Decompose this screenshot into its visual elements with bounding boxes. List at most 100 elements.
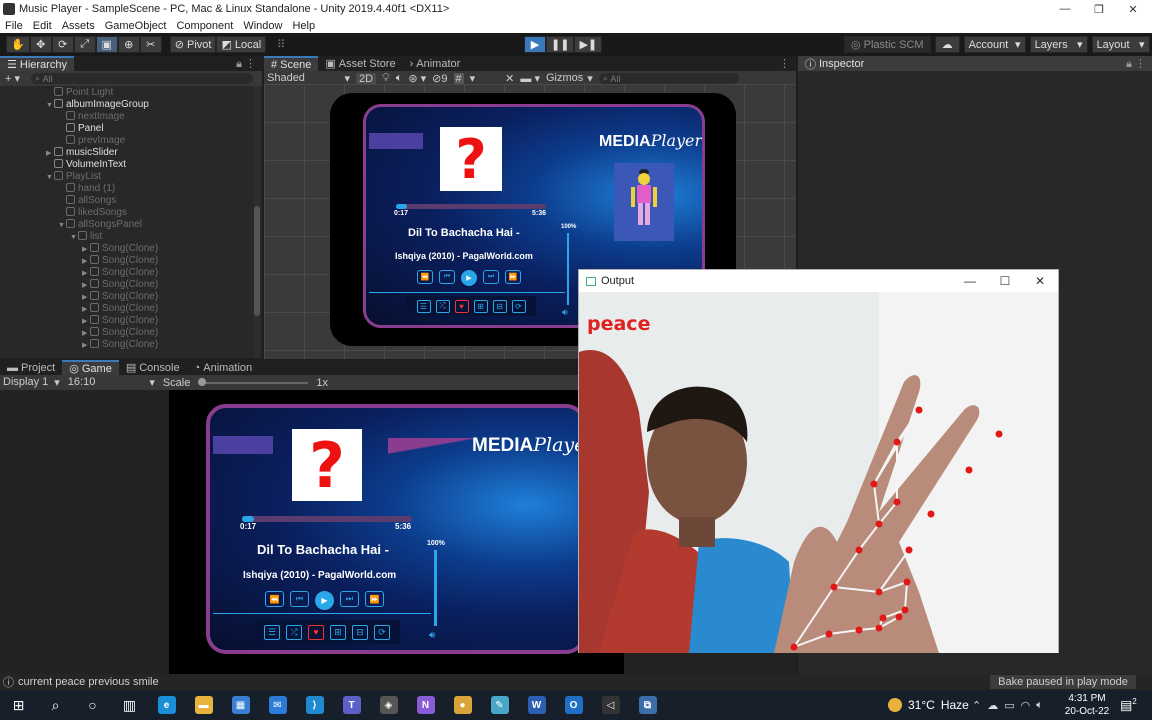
notes-app-icon[interactable]: ✎ — [481, 690, 518, 720]
rect-tool-icon[interactable]: ▣ — [95, 36, 118, 53]
game-next-button[interactable]: ⏭ — [340, 591, 359, 607]
scale-tool-icon[interactable]: ⤢ — [73, 36, 96, 53]
wifi-icon[interactable]: ◠ — [1021, 699, 1031, 712]
minimize-button[interactable]: — — [1048, 0, 1082, 18]
scene-remove-button[interactable]: ⊟ — [492, 299, 507, 313]
cortana-icon[interactable]: ○ — [74, 690, 111, 720]
account-dropdown[interactable]: Account ▾ — [963, 36, 1026, 53]
scene-rewind-button[interactable]: ⏪ — [417, 270, 433, 284]
hierarchy-item[interactable]: ▼ list — [0, 231, 262, 243]
layers-dropdown[interactable]: Layers ▾ — [1029, 36, 1088, 53]
hierarchy-item[interactable]: ▶ musicSlider — [0, 147, 262, 159]
word-app-icon[interactable]: W — [518, 690, 555, 720]
onedrive-icon[interactable]: ☁ — [987, 699, 998, 712]
tray-expand-icon[interactable]: ⌃ — [972, 699, 981, 712]
notification-icon[interactable]: ▤2 — [1120, 697, 1137, 713]
scene-add-button[interactable]: ⊞ — [473, 299, 488, 313]
game-playlist-button[interactable]: ☰ — [264, 624, 280, 640]
hierarchy-item[interactable]: ▼ albumImageGroup — [0, 99, 262, 111]
custom-tool-icon[interactable]: ✂ — [139, 36, 162, 53]
pause-button[interactable]: ❚❚ — [546, 36, 575, 53]
scene-play-button[interactable]: ▶ — [461, 270, 477, 286]
game-shuffle-button[interactable]: ⤮ — [286, 624, 302, 640]
hierarchy-item[interactable]: ▼ PlayList — [0, 171, 262, 183]
hierarchy-item[interactable]: prevImage — [0, 135, 262, 147]
hierarchy-item[interactable]: Point Light — [0, 87, 262, 99]
menu-help[interactable]: Help — [287, 20, 320, 32]
hierarchy-scrollbar[interactable] — [254, 86, 260, 358]
search-icon[interactable]: ⌕ — [37, 690, 74, 720]
hand-tool-icon[interactable]: ✋ — [6, 36, 30, 53]
mail-app-icon[interactable]: ✉ — [259, 690, 296, 720]
chrome-app-icon[interactable]: ● — [444, 690, 481, 720]
hierarchy-item[interactable]: ▶ Song(Clone) — [0, 279, 262, 291]
game-remove-button[interactable]: ⊟ — [352, 624, 368, 640]
lock-icon[interactable]: 🔒︎ ⋮ — [236, 57, 262, 71]
unity-app-icon[interactable]: ◁ — [592, 690, 629, 720]
battery-icon[interactable]: ▭ — [1004, 699, 1014, 712]
scene-like-button[interactable]: ♥ — [454, 299, 469, 313]
game-add-button[interactable]: ⊞ — [330, 624, 346, 640]
step-button[interactable]: ▶❚ — [574, 36, 603, 53]
tab-animation[interactable]: ◔ Animation — [187, 360, 260, 375]
hierarchy-item[interactable]: VolumeInText — [0, 159, 262, 171]
game-forward-button[interactable]: ⏩ — [365, 591, 384, 607]
game-play-button[interactable]: ▶ — [315, 591, 334, 610]
scale-slider-thumb[interactable] — [198, 377, 207, 386]
output-minimize-button[interactable]: — — [953, 270, 987, 292]
close-button[interactable]: ✕ — [1116, 0, 1150, 18]
tab-animator[interactable]: › Animator — [403, 56, 468, 71]
lock-icon[interactable]: 🔒︎ ⋮ — [1126, 57, 1152, 71]
hierarchy-item[interactable]: ▶ Song(Clone) — [0, 315, 262, 327]
hierarchy-item[interactable]: nextImage — [0, 111, 262, 123]
file-explorer-app-icon[interactable]: ▬ — [185, 690, 222, 720]
grid-snap-icon[interactable]: ⠿ — [270, 36, 292, 53]
task-view-icon[interactable]: ▥ — [111, 690, 148, 720]
scene-progress-track[interactable] — [396, 204, 546, 209]
collapse-arrow-icon[interactable]: ▶ — [82, 340, 90, 352]
menu-file[interactable]: File — [0, 20, 28, 32]
more-icon[interactable]: ⋮ — [779, 57, 796, 70]
game-repeat-button[interactable]: ⟳ — [374, 624, 390, 640]
tab-console[interactable]: ▤ Console — [119, 360, 187, 375]
tab-project[interactable]: ▬ Project — [0, 360, 62, 375]
tab-hierarchy[interactable]: ☰ Hierarchy — [0, 56, 74, 71]
tab-asset-store[interactable]: ▣ Asset Store — [318, 56, 402, 71]
hierarchy-search-input[interactable]: ⌕ All — [31, 73, 254, 84]
scene-volume-slider[interactable] — [567, 233, 569, 305]
hierarchy-item[interactable]: allSongs — [0, 195, 262, 207]
scale-slider[interactable] — [198, 377, 309, 386]
hierarchy-item[interactable]: Panel — [0, 123, 262, 135]
scene-playlist-button[interactable]: ☰ — [416, 299, 431, 313]
game-rewind-button[interactable]: ⏪ — [265, 591, 284, 607]
game-like-button[interactable]: ♥ — [308, 624, 324, 640]
layout-dropdown[interactable]: Layout ▾ — [1091, 36, 1150, 53]
weather-widget[interactable]: 31°C Haze — [888, 698, 969, 712]
game-progress-track[interactable] — [242, 516, 412, 522]
aspect-dropdown[interactable]: 16:10 ▾ — [68, 376, 155, 389]
clock[interactable]: 4:31 PM 20-Oct-22 — [1060, 692, 1114, 718]
maximize-button[interactable]: ❐ — [1082, 0, 1116, 18]
menu-gameobject[interactable]: GameObject — [100, 20, 172, 32]
menu-assets[interactable]: Assets — [57, 20, 100, 32]
python-app-icon[interactable]: ⧉ — [629, 690, 666, 720]
hierarchy-item[interactable]: ▶ Song(Clone) — [0, 267, 262, 279]
menu-component[interactable]: Component — [171, 20, 238, 32]
grid-icon[interactable]: # — [453, 72, 464, 85]
scene-next-button[interactable]: ⏭ — [483, 270, 499, 284]
local-toggle[interactable]: ◩ Local — [216, 36, 267, 53]
hierarchy-scrollbar-thumb[interactable] — [254, 206, 260, 316]
plastic-scm-button[interactable]: ◎ Plastic SCM — [844, 36, 931, 53]
pivot-toggle[interactable]: ⊘ Pivot — [169, 36, 217, 53]
game-prev-button[interactable]: ⏮ — [290, 591, 309, 607]
output-titlebar[interactable]: Output — ☐ ✕ — [579, 270, 1058, 292]
outlook-app-icon[interactable]: O — [555, 690, 592, 720]
hierarchy-item[interactable]: ▶ Song(Clone) — [0, 255, 262, 267]
vscode-app-icon[interactable]: ⟩ — [296, 690, 333, 720]
teams-app-icon[interactable]: T — [333, 690, 370, 720]
volume-icon[interactable]: 🔈︎ — [1036, 699, 1043, 712]
menu-edit[interactable]: Edit — [28, 20, 57, 32]
scene-shuffle-button[interactable]: ⤮ — [435, 299, 450, 313]
edge-app-icon[interactable]: e — [148, 690, 185, 720]
hierarchy-item[interactable]: hand (1) — [0, 183, 262, 195]
